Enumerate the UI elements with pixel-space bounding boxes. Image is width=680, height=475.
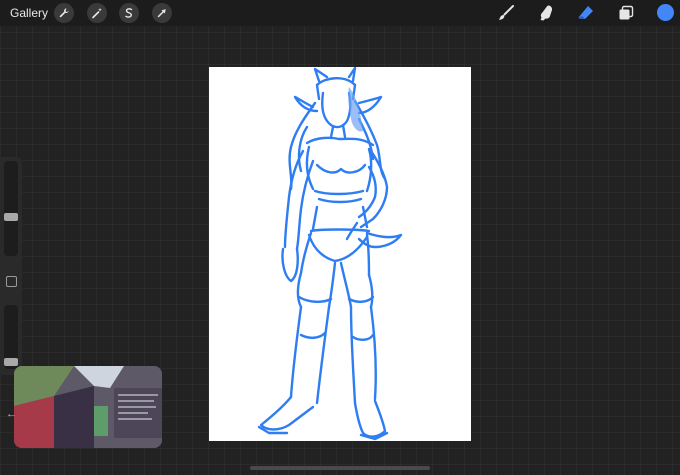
gallery-button[interactable]: Gallery: [10, 6, 48, 20]
procreate-app: Gallery ←: [0, 0, 680, 475]
wrench-icon: [58, 7, 70, 19]
top-toolbar: Gallery: [0, 0, 680, 26]
eraser-button[interactable]: [576, 3, 596, 23]
layers-button[interactable]: [616, 3, 636, 23]
character-sketch: [257, 67, 403, 441]
picture-in-picture-video[interactable]: [14, 366, 162, 448]
modify-button[interactable]: [6, 276, 17, 287]
color-swatch-button[interactable]: [657, 4, 674, 21]
selection-button[interactable]: [119, 3, 139, 23]
sidebar: [0, 157, 22, 375]
smudge-icon: [537, 4, 555, 22]
undo-arrow-icon[interactable]: ←: [6, 408, 17, 420]
brush-size-thumb[interactable]: [4, 213, 18, 221]
brush-button[interactable]: [496, 3, 516, 23]
magic-wand-icon: [91, 7, 103, 19]
video-thumbnail: [14, 366, 162, 448]
brush-size-slider[interactable]: [4, 161, 18, 256]
transform-arrow-icon: [156, 7, 168, 19]
home-indicator: [250, 466, 430, 470]
layers-icon: [618, 5, 634, 21]
transform-button[interactable]: [152, 3, 172, 23]
smudge-button[interactable]: [536, 3, 556, 23]
selection-s-icon: [123, 7, 135, 19]
actions-button[interactable]: [54, 3, 74, 23]
eraser-icon: [577, 4, 595, 22]
opacity-slider[interactable]: [4, 305, 18, 369]
drawing-canvas[interactable]: [209, 67, 471, 441]
opacity-thumb[interactable]: [4, 358, 18, 366]
brush-icon: [497, 4, 515, 22]
adjustments-button[interactable]: [87, 3, 107, 23]
